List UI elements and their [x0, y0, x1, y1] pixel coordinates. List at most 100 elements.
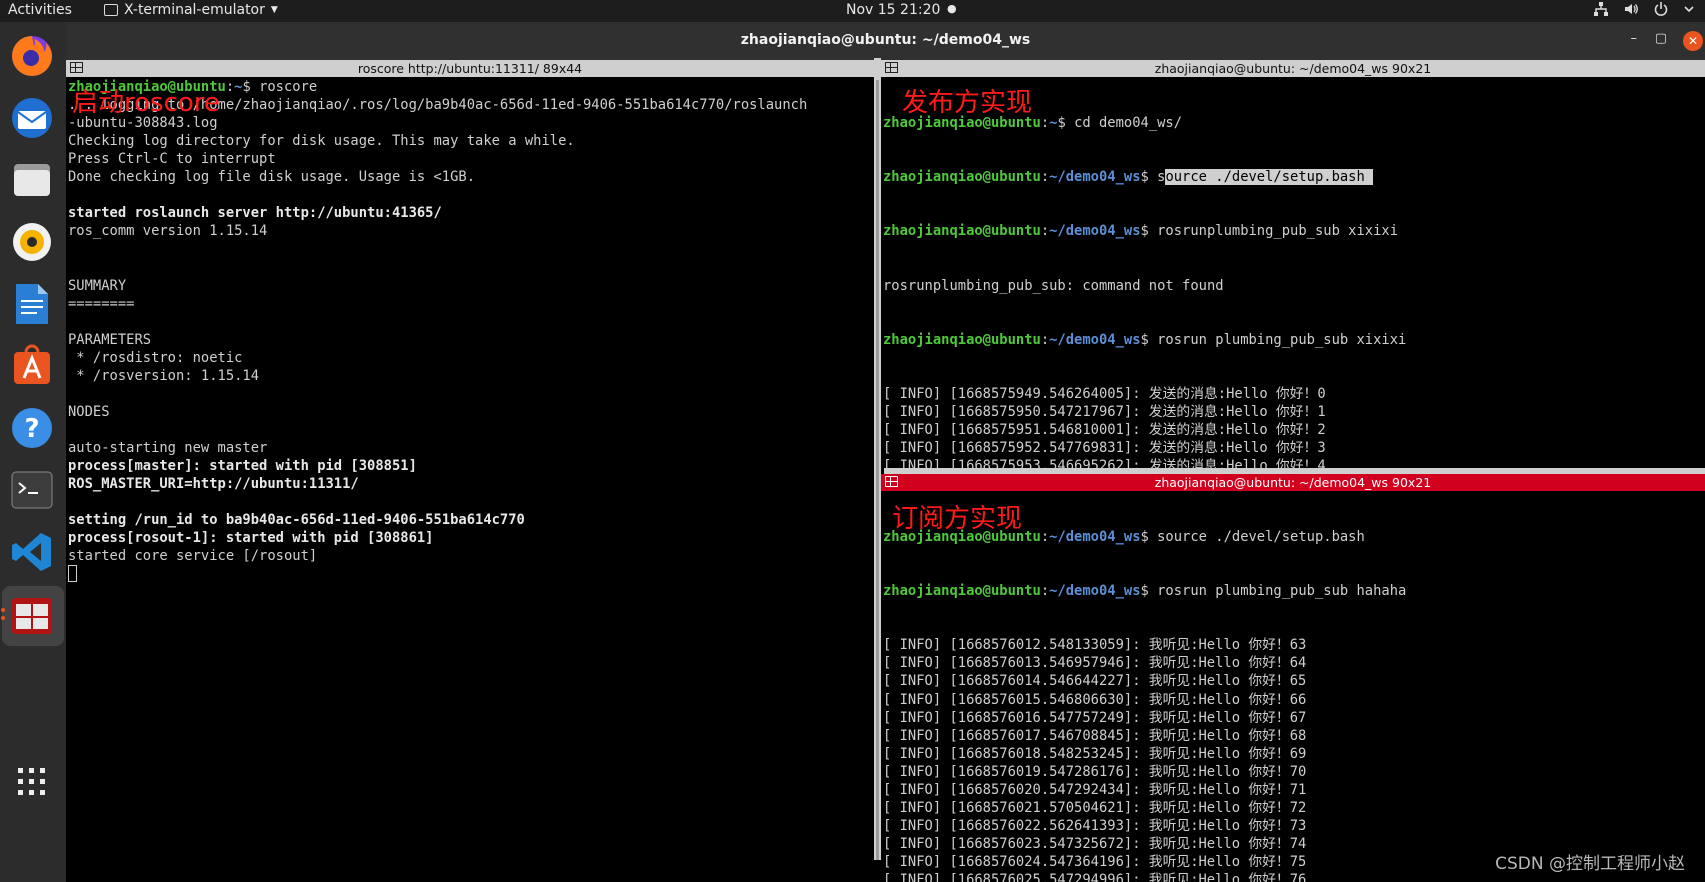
- bottom-right-terminal-pane[interactable]: zhaojianqiao@ubuntu: ~/demo04_ws 90x21 z…: [881, 474, 1705, 882]
- chevron-down-icon: [1684, 6, 1694, 13]
- log-line: [ INFO] [1668576022.562641393]: 我听见:Hell…: [883, 817, 1307, 834]
- help-launcher[interactable]: ?: [8, 404, 56, 452]
- terminal-line: zhaojianqiao@ubuntu:~/demo04_ws$ rosrun …: [883, 331, 1407, 348]
- terminal-line: ========: [68, 295, 135, 312]
- app-menu-label: X-terminal-emulator: [124, 2, 265, 18]
- terminal-line: Checking log directory for disk usage. T…: [68, 133, 575, 150]
- log-line: [ INFO] [1668575952.547769831]: 发送的消息:He…: [883, 439, 1326, 456]
- top-right-pane-title: zhaojianqiao@ubuntu: ~/demo04_ws 90x21: [1154, 61, 1432, 76]
- terminal-line: zhaojianqiao@ubuntu:~/demo04_ws$ source …: [883, 169, 1374, 186]
- log-line: [ INFO] [1668576012.548133059]: 我听见:Hell…: [883, 637, 1307, 654]
- terminal-line: NODES: [68, 403, 110, 420]
- terminal-line: zhaojianqiao@ubuntu:~$ roscore: [68, 79, 318, 95]
- log-line: [ INFO] [1668575949.546264005]: 发送的消息:He…: [883, 385, 1326, 402]
- running-indicator: [1, 616, 5, 620]
- bottom-right-pane-title: zhaojianqiao@ubuntu: ~/demo04_ws 90x21: [1154, 475, 1432, 490]
- rhythmbox-icon: [13, 223, 51, 261]
- terminal-icon: [11, 471, 53, 509]
- rhythmbox-launcher[interactable]: [8, 218, 56, 266]
- terminal-line: zhaojianqiao@ubuntu:~/demo04_ws$ rosrunp…: [883, 223, 1399, 240]
- selected-text[interactable]: ource ./devel/setup.bash: [1165, 169, 1374, 186]
- log-line: [ INFO] [1668576020.547292434]: 我听见:Hell…: [883, 781, 1307, 798]
- terminal-line: started roslaunch server http://ubuntu:4…: [68, 205, 442, 222]
- log-line: [ INFO] [1668576014.546644227]: 我听见:Hell…: [883, 673, 1307, 690]
- terminal-line: Done checking log file disk usage. Usage…: [68, 169, 476, 186]
- left-pane-titlebar[interactable]: roscore http://ubuntu:11311/ 89x44: [66, 60, 874, 77]
- window-app-icon: [104, 4, 118, 16]
- left-terminal-pane[interactable]: roscore http://ubuntu:11311/ 89x44 zhaoj…: [66, 60, 874, 882]
- notification-dot-icon: ●: [947, 2, 957, 15]
- log-line: [ INFO] [1668576019.547286176]: 我听见:Hell…: [883, 763, 1307, 780]
- log-line: [ INFO] [1668576015.546806630]: 我听见:Hell…: [883, 691, 1307, 708]
- clock[interactable]: Nov 15 21:20: [846, 2, 940, 18]
- terminator-launcher[interactable]: [8, 592, 56, 640]
- terminal-line: rosrunplumbing_pub_sub: command not foun…: [883, 277, 1224, 294]
- terminal-line: zhaojianqiao@ubuntu:~/demo04_ws$ rosrun …: [883, 583, 1407, 600]
- bottom-right-terminal-output[interactable]: zhaojianqiao@ubuntu:~/demo04_ws$ source …: [883, 492, 1705, 882]
- left-terminal-output[interactable]: zhaojianqiao@ubuntu:~$ roscore ... loggin…: [68, 78, 874, 882]
- left-pane-scrollbar[interactable]: [876, 80, 879, 860]
- terminal-line: -ubuntu-308843.log: [68, 115, 218, 132]
- terminal-launcher[interactable]: [8, 466, 56, 514]
- minimize-button[interactable]: –: [1631, 31, 1638, 46]
- terminal-line: process[master]: started with pid [30885…: [68, 457, 417, 474]
- network-icon: [1594, 2, 1608, 16]
- terminal-line: Press Ctrl-C to interrupt: [68, 151, 276, 168]
- firefox-launcher[interactable]: [8, 32, 56, 80]
- terminal-window: zhaojianqiao@ubuntu: ~/demo04_ws – ▢ ✕ r…: [66, 22, 1705, 882]
- thunderbird-launcher[interactable]: [8, 94, 56, 142]
- ubuntu-software-icon: [14, 344, 50, 384]
- log-line: [ INFO] [1668575951.546810001]: 发送的消息:He…: [883, 421, 1326, 438]
- terminal-line: process[rosout-1]: started with pid [308…: [68, 530, 434, 547]
- writer-launcher[interactable]: [8, 280, 56, 328]
- window-titlebar[interactable]: zhaojianqiao@ubuntu: ~/demo04_ws – ▢ ✕: [66, 22, 1705, 60]
- log-line: [ INFO] [1668576021.570504621]: 我听见:Hell…: [883, 799, 1307, 816]
- maximize-button[interactable]: ▢: [1655, 31, 1667, 46]
- terminal-line: * /rosdistro: noetic: [68, 349, 243, 366]
- subscriber-log: [ INFO] [1668576012.548133059]: 我听见:Hell…: [883, 636, 1705, 882]
- terminal-line: SUMMARY: [68, 277, 127, 294]
- terminal-line: started core service [/rosout]: [68, 548, 318, 565]
- system-tray[interactable]: [1593, 1, 1695, 17]
- app-menu[interactable]: X-terminal-emulator ▼: [104, 2, 278, 18]
- chevron-down-icon: ▼: [270, 5, 278, 15]
- libreoffice-writer-icon: [16, 284, 48, 324]
- terminal-line: setting /run_id to ba9b40ac-656d-11ed-94…: [68, 512, 525, 529]
- terminal-line: ... logging to /home/zhaojianqiao/.ros/l…: [68, 97, 808, 114]
- log-line: [ INFO] [1668576017.546708845]: 我听见:Hell…: [883, 727, 1307, 744]
- terminal-line: auto-starting new master: [68, 439, 268, 456]
- terminal-cursor: [68, 565, 77, 583]
- vscode-launcher[interactable]: [8, 528, 56, 576]
- thunderbird-icon: [12, 98, 52, 138]
- files-launcher[interactable]: [8, 156, 56, 204]
- top-bar: Activities X-terminal-emulator ▼ Nov 15 …: [0, 0, 1705, 22]
- close-button[interactable]: ✕: [1683, 31, 1703, 51]
- log-line: [ INFO] [1668575950.547217967]: 发送的消息:He…: [883, 403, 1326, 420]
- show-applications-button[interactable]: [8, 758, 56, 806]
- top-right-terminal-pane[interactable]: zhaojianqiao@ubuntu: ~/demo04_ws 90x21 z…: [881, 60, 1705, 470]
- terminator-icon: [12, 598, 52, 634]
- activities-button[interactable]: Activities: [8, 2, 72, 18]
- firefox-icon: [12, 36, 52, 76]
- pane-splitter-horizontal[interactable]: [884, 468, 1705, 474]
- terminal-line: zhaojianqiao@ubuntu:~$ cd demo04_ws/: [883, 115, 1183, 132]
- power-icon: [1654, 2, 1668, 16]
- svg-text:?: ?: [24, 414, 39, 444]
- top-right-terminal-output[interactable]: zhaojianqiao@ubuntu:~$ cd demo04_ws/ zha…: [883, 78, 1705, 470]
- terminal-line: PARAMETERS: [68, 331, 152, 348]
- top-right-pane-titlebar[interactable]: zhaojianqiao@ubuntu: ~/demo04_ws 90x21: [881, 60, 1705, 77]
- dock: ?: [0, 22, 66, 882]
- log-line: [ INFO] [1668576013.546957946]: 我听见:Hell…: [883, 655, 1307, 672]
- bottom-right-pane-titlebar[interactable]: zhaojianqiao@ubuntu: ~/demo04_ws 90x21: [881, 474, 1705, 491]
- terminal-line: ros_comm version 1.15.14: [68, 223, 268, 240]
- terminal-line: * /rosversion: 1.15.14: [68, 367, 260, 384]
- show-applications-icon: [18, 768, 45, 795]
- software-launcher[interactable]: [8, 342, 56, 390]
